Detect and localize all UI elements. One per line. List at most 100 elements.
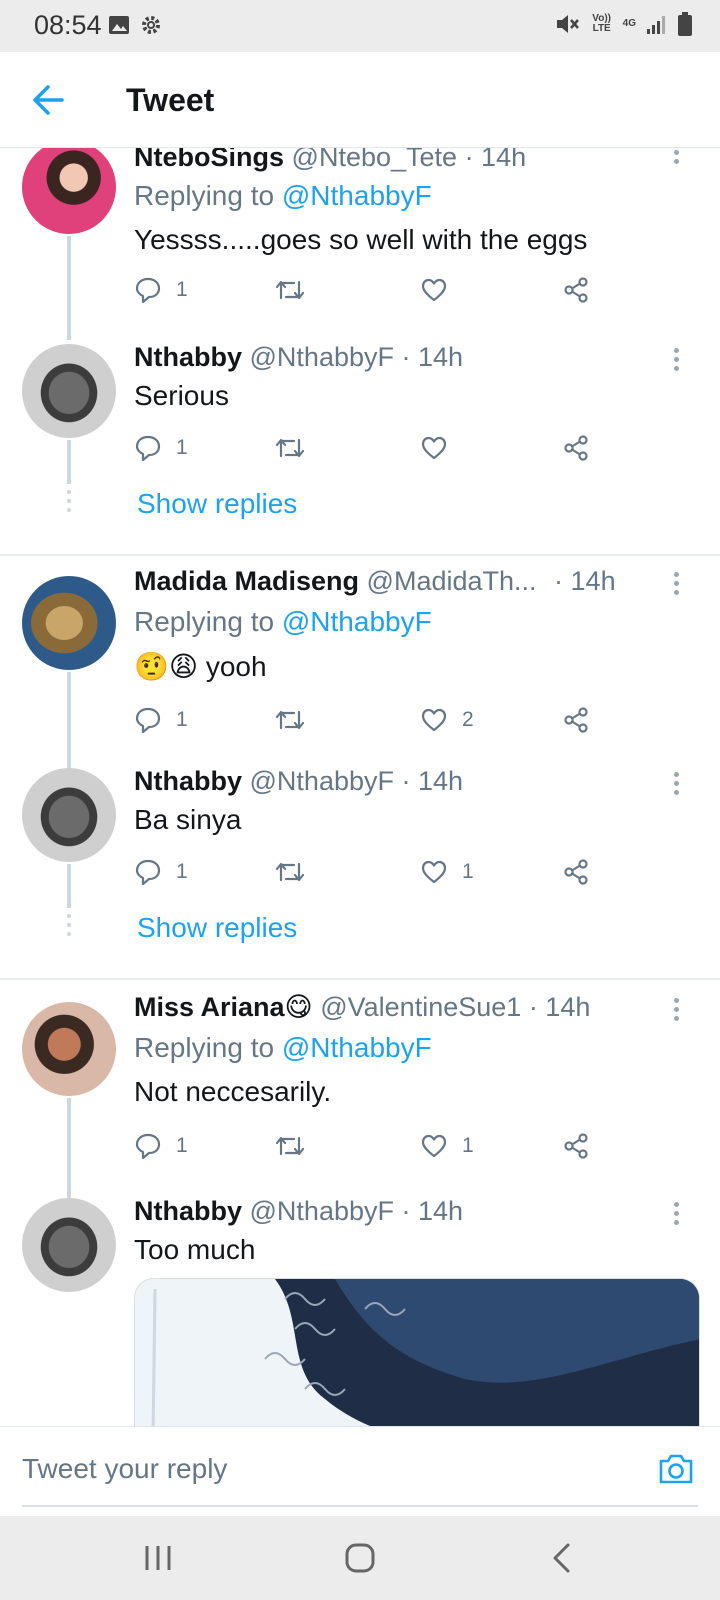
author-handle: @ValentineSue1 xyxy=(320,992,522,1022)
media-photo xyxy=(135,1279,699,1426)
avatar[interactable] xyxy=(22,1198,116,1292)
author-name[interactable]: NteboSings xyxy=(134,148,284,172)
more-replies-dots xyxy=(66,490,72,517)
home-button[interactable] xyxy=(340,1538,380,1578)
replying-prefix: Replying to xyxy=(134,180,282,211)
tweet-text: 🤨😩 yooh xyxy=(134,651,267,682)
more-options-icon[interactable] xyxy=(674,1202,682,1228)
like-button[interactable]: 1 xyxy=(420,854,474,890)
tweet-text: Too much xyxy=(134,1234,256,1265)
share-button[interactable] xyxy=(562,854,590,890)
like-count: 1 xyxy=(462,860,474,883)
avatar[interactable] xyxy=(22,576,116,670)
like-button[interactable] xyxy=(420,430,462,466)
camera-button[interactable] xyxy=(656,1449,696,1489)
tweet-actions: 1 xyxy=(134,430,604,466)
heart-icon xyxy=(421,278,447,302)
reply-count: 1 xyxy=(176,860,188,883)
thread-line xyxy=(67,864,71,908)
mute-icon xyxy=(556,15,579,33)
more-replies-dots xyxy=(66,914,72,941)
share-button[interactable] xyxy=(562,702,590,738)
author-name[interactable]: Nthabby xyxy=(134,342,242,372)
heart-icon xyxy=(421,436,447,460)
more-options-icon[interactable] xyxy=(674,572,682,598)
reply-button[interactable]: 1 xyxy=(134,272,188,308)
author-name[interactable]: Madida Madiseng xyxy=(134,566,359,596)
retweet-icon xyxy=(275,710,305,730)
back-nav-button[interactable] xyxy=(542,1538,582,1578)
author-handle: @Ntebo_Tete xyxy=(291,148,458,172)
avatar[interactable] xyxy=(22,148,116,234)
thread-line xyxy=(67,1098,71,1206)
replying-handle-link[interactable]: @NthabbyF xyxy=(282,606,432,637)
author-handle: @NthabbyF xyxy=(249,766,394,796)
recent-apps-button[interactable] xyxy=(138,1538,178,1578)
heart-icon xyxy=(421,860,447,884)
status-bar: 08:54 Vo)) LTE 4G xyxy=(0,0,720,52)
thread-line xyxy=(67,672,71,776)
thread-line xyxy=(67,236,71,340)
tweet-actions: 1 xyxy=(134,272,604,308)
status-time: 08:54 xyxy=(34,10,102,40)
more-options-icon[interactable] xyxy=(674,348,682,374)
reply-button[interactable]: 1 xyxy=(134,1128,188,1164)
retweet-icon xyxy=(275,862,305,882)
divider xyxy=(0,554,720,556)
more-options-icon[interactable] xyxy=(674,772,682,798)
more-options-icon[interactable] xyxy=(674,998,682,1024)
tweet-actions: 1 1 xyxy=(134,854,604,890)
show-replies-link[interactable]: Show replies xyxy=(137,488,297,520)
author-name[interactable]: Nthabby xyxy=(134,766,242,796)
tweet-actions: 1 1 xyxy=(134,1128,604,1164)
speech-bubble-icon xyxy=(135,859,161,886)
retweet-icon xyxy=(275,438,305,458)
avatar[interactable] xyxy=(22,768,116,862)
speech-bubble-icon xyxy=(135,277,161,304)
replying-prefix: Replying to xyxy=(134,1032,282,1063)
retweet-button[interactable] xyxy=(274,1128,320,1164)
input-underline xyxy=(22,1505,698,1507)
settings-gear-icon xyxy=(142,16,160,34)
tweet-media-image[interactable] xyxy=(134,1278,700,1426)
camera-icon xyxy=(659,1454,693,1484)
reply-button[interactable]: 1 xyxy=(134,430,188,466)
show-replies-link[interactable]: Show replies xyxy=(137,912,297,944)
author-handle: @NthabbyF xyxy=(249,342,394,372)
more-options-icon[interactable] xyxy=(674,150,682,176)
retweet-button[interactable] xyxy=(274,854,320,890)
replying-handle-link[interactable]: @NthabbyF xyxy=(282,180,432,211)
speech-bubble-icon xyxy=(135,435,161,462)
reply-button[interactable]: 1 xyxy=(134,854,188,890)
tweet-time: · 14h xyxy=(464,148,527,172)
tweet-time: · 14h xyxy=(554,566,616,596)
tweet-header: Tweet xyxy=(0,52,720,148)
reply-button[interactable]: 1 xyxy=(134,702,188,738)
share-icon xyxy=(564,859,588,885)
chevron-left-icon xyxy=(553,1543,570,1573)
like-button[interactable]: 2 xyxy=(420,702,474,738)
avatar[interactable] xyxy=(22,344,116,438)
author-handle: @NthabbyF xyxy=(249,1196,394,1226)
retweet-button[interactable] xyxy=(274,430,320,466)
retweet-button[interactable] xyxy=(274,272,320,308)
like-button[interactable] xyxy=(420,272,462,308)
like-button[interactable]: 1 xyxy=(420,1128,474,1164)
share-button[interactable] xyxy=(562,1128,590,1164)
share-button[interactable] xyxy=(562,430,590,466)
share-icon xyxy=(564,277,588,303)
author-name[interactable]: Miss Ariana😋 xyxy=(134,992,313,1022)
arrow-left-icon xyxy=(33,85,64,115)
replies-feed[interactable]: NteboSings @Ntebo_Tete · 14h Replying to… xyxy=(0,148,720,1426)
like-count: 2 xyxy=(462,708,474,731)
replying-handle-link[interactable]: @NthabbyF xyxy=(282,1032,432,1063)
share-button[interactable] xyxy=(562,272,590,308)
like-count: 1 xyxy=(462,1134,474,1157)
retweet-icon xyxy=(275,1136,305,1156)
back-button[interactable] xyxy=(28,78,72,122)
author-name[interactable]: Nthabby xyxy=(134,1196,242,1226)
reply-count: 1 xyxy=(176,436,188,459)
avatar[interactable] xyxy=(22,1002,116,1096)
retweet-button[interactable] xyxy=(274,702,320,738)
tweet-reply-input[interactable]: Tweet your reply xyxy=(22,1453,227,1485)
